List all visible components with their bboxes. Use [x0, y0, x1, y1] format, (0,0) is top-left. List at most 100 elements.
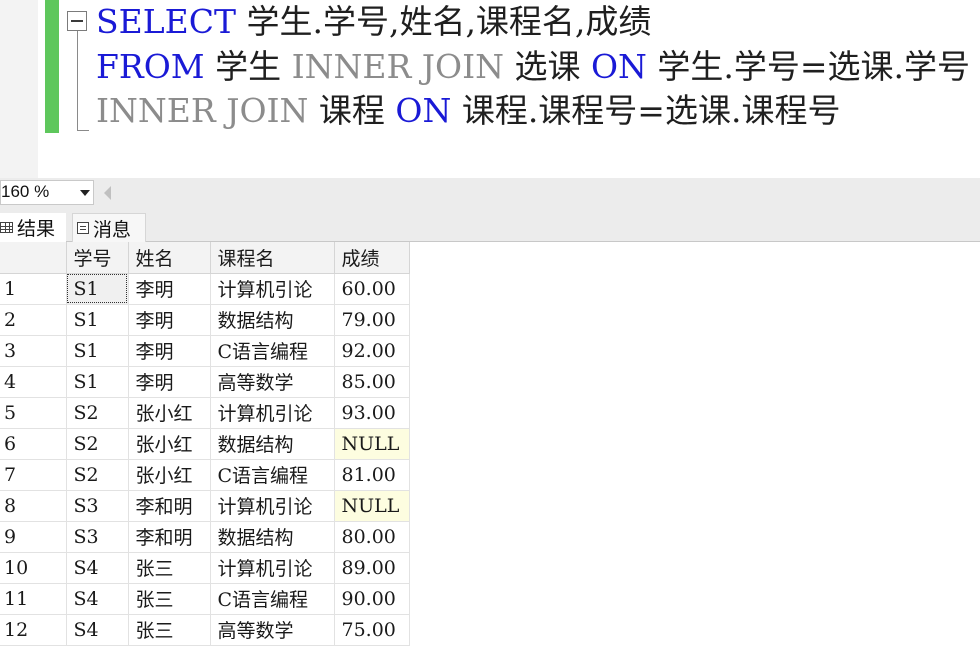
zoom-select[interactable]: 160 %: [0, 180, 94, 205]
cell-course[interactable]: 数据结构: [210, 521, 335, 553]
keyword-inner-join-2: INNER JOIN: [96, 91, 309, 130]
scroll-left-arrow-icon[interactable]: [104, 186, 111, 200]
chevron-down-icon[interactable]: [80, 190, 90, 196]
cell-course[interactable]: C语言编程: [210, 459, 335, 491]
cell-sno[interactable]: S3: [66, 490, 129, 522]
tab-messages[interactable]: 消息: [72, 213, 146, 242]
column-header-score[interactable]: 成绩: [334, 242, 410, 274]
table-row[interactable]: 6 S2 张小红 数据结构 NULL: [0, 428, 410, 460]
table-row[interactable]: 4 S1 李明 高等数学 85.00: [0, 366, 410, 398]
row-number-header[interactable]: [0, 242, 67, 274]
cell-name[interactable]: 张小红: [128, 428, 211, 460]
row-number-cell[interactable]: 10: [0, 552, 67, 584]
cell-course[interactable]: 高等数学: [210, 366, 335, 398]
cell-name[interactable]: 张小红: [128, 459, 211, 491]
cell-name[interactable]: 李明: [128, 273, 211, 305]
cell-course[interactable]: 高等数学: [210, 614, 335, 646]
row-number-cell[interactable]: 8: [0, 490, 67, 522]
cell-course[interactable]: 数据结构: [210, 304, 335, 336]
cell-score[interactable]: 93.00: [334, 397, 410, 429]
cell-score[interactable]: 80.00: [334, 521, 410, 553]
cell-score[interactable]: 90.00: [334, 583, 410, 615]
cell-name[interactable]: 李明: [128, 335, 211, 367]
cell-sno[interactable]: S1: [66, 273, 129, 305]
cell-name[interactable]: 张小红: [128, 397, 211, 429]
cell-score[interactable]: 60.00: [334, 273, 410, 305]
row-number-cell[interactable]: 5: [0, 397, 67, 429]
cell-score[interactable]: 92.00: [334, 335, 410, 367]
keyword-select: SELECT: [96, 2, 236, 41]
cell-sno[interactable]: S2: [66, 397, 129, 429]
cell-name[interactable]: 李明: [128, 366, 211, 398]
row-number-cell[interactable]: 1: [0, 273, 67, 305]
cell-score[interactable]: NULL: [334, 428, 410, 460]
cell-name[interactable]: 张三: [128, 614, 211, 646]
cell-sno[interactable]: S2: [66, 459, 129, 491]
tab-messages-label: 消息: [93, 218, 132, 241]
cell-sno[interactable]: S2: [66, 428, 129, 460]
cell-course[interactable]: C语言编程: [210, 583, 335, 615]
cell-score[interactable]: 79.00: [334, 304, 410, 336]
table-student: 学生: [204, 47, 292, 86]
table-row[interactable]: 2 S1 李明 数据结构 79.00: [0, 304, 410, 336]
cell-score[interactable]: 89.00: [334, 552, 410, 584]
cell-score[interactable]: 75.00: [334, 614, 410, 646]
table-course: 课程: [308, 91, 396, 130]
cell-sno[interactable]: S4: [66, 552, 129, 584]
cell-sno[interactable]: S1: [66, 335, 129, 367]
cell-score[interactable]: 85.00: [334, 366, 410, 398]
cell-sno[interactable]: S4: [66, 583, 129, 615]
table-row[interactable]: 10 S4 张三 计算机引论 89.00: [0, 552, 410, 584]
cell-name[interactable]: 张三: [128, 583, 211, 615]
keyword-on: ON: [590, 47, 647, 86]
row-number-cell[interactable]: 3: [0, 335, 67, 367]
cell-course[interactable]: 计算机引论: [210, 397, 335, 429]
cell-name[interactable]: 李明: [128, 304, 211, 336]
table-row[interactable]: 8 S3 李和明 计算机引论 NULL: [0, 490, 410, 522]
cell-sno[interactable]: S3: [66, 521, 129, 553]
keyword-inner-join: INNER JOIN: [291, 47, 504, 86]
code-line-1[interactable]: SELECT 学生.学号,姓名,课程名,成绩: [96, 0, 651, 44]
cell-name[interactable]: 李和明: [128, 521, 211, 553]
table-row[interactable]: 12 S4 张三 高等数学 75.00: [0, 614, 410, 646]
table-row[interactable]: 1 S1 李明 计算机引论 60.00: [0, 273, 410, 305]
row-number-cell[interactable]: 11: [0, 583, 67, 615]
table-row[interactable]: 9 S3 李和明 数据结构 80.00: [0, 521, 410, 553]
code-line-2[interactable]: FROM 学生 INNER JOIN 选课 ON 学生.学号=选课.学号: [96, 45, 970, 89]
join-condition-2: 课程.课程号=选课.课程号: [451, 91, 841, 130]
column-header-sno[interactable]: 学号: [66, 242, 129, 274]
cell-sno[interactable]: S4: [66, 614, 129, 646]
row-number-cell[interactable]: 6: [0, 428, 67, 460]
table-enroll: 选课: [503, 47, 591, 86]
outline-end: [77, 130, 89, 131]
table-row[interactable]: 11 S4 张三 C语言编程 90.00: [0, 583, 410, 615]
table-row[interactable]: 7 S2 张小红 C语言编程 81.00: [0, 459, 410, 491]
collapse-icon[interactable]: [67, 11, 87, 31]
table-row[interactable]: 5 S2 张小红 计算机引论 93.00: [0, 397, 410, 429]
tab-results[interactable]: 结果: [0, 213, 66, 242]
cell-course[interactable]: 计算机引论: [210, 273, 335, 305]
row-number-cell[interactable]: 9: [0, 521, 67, 553]
results-grid[interactable]: 学号 姓名 课程名 成绩 1 S1 李明 计算机引论 60.00 2 S1 李明 数据结构 79.…: [0, 242, 410, 646]
cell-name[interactable]: 张三: [128, 552, 211, 584]
cell-course[interactable]: C语言编程: [210, 335, 335, 367]
grid-icon: [0, 222, 13, 233]
cell-course[interactable]: 数据结构: [210, 428, 335, 460]
cell-course[interactable]: 计算机引论: [210, 490, 335, 522]
tab-results-label: 结果: [17, 218, 56, 240]
sql-editor[interactable]: SELECT 学生.学号,姓名,课程名,成绩 FROM 学生 INNER JOI…: [0, 0, 980, 178]
row-number-cell[interactable]: 7: [0, 459, 67, 491]
column-header-course[interactable]: 课程名: [210, 242, 335, 274]
cell-sno[interactable]: S1: [66, 366, 129, 398]
cell-score[interactable]: NULL: [334, 490, 410, 522]
row-number-cell[interactable]: 4: [0, 366, 67, 398]
cell-sno[interactable]: S1: [66, 304, 129, 336]
cell-name[interactable]: 李和明: [128, 490, 211, 522]
row-number-cell[interactable]: 12: [0, 614, 67, 646]
cell-course[interactable]: 计算机引论: [210, 552, 335, 584]
cell-score[interactable]: 81.00: [334, 459, 410, 491]
column-header-name[interactable]: 姓名: [128, 242, 211, 274]
table-row[interactable]: 3 S1 李明 C语言编程 92.00: [0, 335, 410, 367]
code-line-3[interactable]: INNER JOIN 课程 ON 课程.课程号=选课.课程号: [96, 89, 840, 133]
row-number-cell[interactable]: 2: [0, 304, 67, 336]
